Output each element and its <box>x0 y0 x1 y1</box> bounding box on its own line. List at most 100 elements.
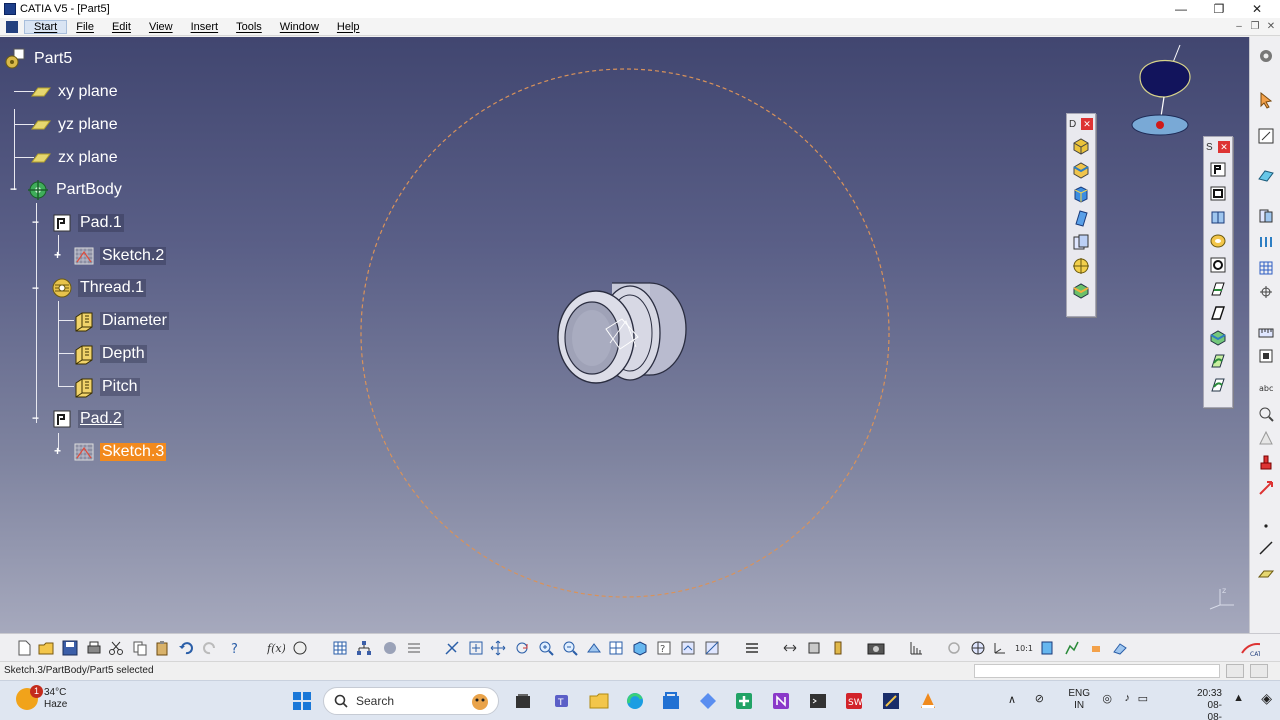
close-toolbar-d-button[interactable]: ✕ <box>1081 118 1093 130</box>
update-icon[interactable] <box>742 638 762 658</box>
threaded-cylinder-model[interactable] <box>557 282 687 384</box>
swap-visible-icon[interactable] <box>678 638 698 658</box>
shading-icon[interactable] <box>702 638 722 658</box>
box-tool-icon[interactable] <box>1069 158 1093 182</box>
hide-show-icon[interactable]: ? <box>654 638 674 658</box>
remove-loft-tool-icon[interactable] <box>1206 373 1230 397</box>
task-view-icon[interactable] <box>512 690 534 712</box>
collapse-partbody-icon[interactable]: − <box>8 182 19 196</box>
restore-button[interactable]: ❐ <box>1200 0 1238 18</box>
arrow-icon[interactable] <box>1255 477 1277 499</box>
measure-between-icon[interactable] <box>780 638 800 658</box>
axis-system-icon[interactable] <box>990 638 1010 658</box>
stiffener-tool-icon[interactable] <box>1206 325 1230 349</box>
tree-node-partbody[interactable]: PartBody <box>26 177 124 203</box>
measure-icon[interactable] <box>1255 321 1277 343</box>
tree-node-thread1[interactable]: Thread.1 <box>50 275 147 301</box>
doc-minimize-icon[interactable]: – <box>1232 21 1246 32</box>
tray-overflow-icon[interactable]: ∧ <box>1008 693 1016 706</box>
vlc-icon[interactable] <box>917 690 939 712</box>
clock[interactable]: 20:33 08-08-2024 <box>1197 688 1222 720</box>
hierarchy-icon[interactable] <box>354 638 374 658</box>
close-button[interactable]: ✕ <box>1238 0 1276 18</box>
tree-node-zx-plane[interactable]: zx plane <box>28 145 120 171</box>
tree-node-part5[interactable]: Part5 <box>4 46 74 72</box>
table-icon[interactable] <box>330 638 350 658</box>
expand-sketch3-icon[interactable]: + <box>52 444 63 458</box>
command-button-1[interactable] <box>1226 664 1244 678</box>
collapse-thread1-icon[interactable]: − <box>30 281 41 295</box>
text-abc-icon[interactable]: abc <box>1255 377 1277 399</box>
menu-start[interactable]: Start <box>24 19 68 34</box>
select-pointer-icon[interactable] <box>1255 89 1277 111</box>
layer-icon[interactable] <box>1038 638 1058 658</box>
constraint-icon[interactable] <box>404 638 424 658</box>
surface-icon[interactable] <box>1255 165 1277 187</box>
multi-section-icon[interactable] <box>1255 205 1277 227</box>
open-folder-icon[interactable] <box>36 638 56 658</box>
knowledge-icon[interactable] <box>290 638 310 658</box>
normal-view-icon[interactable] <box>584 638 604 658</box>
sphere-tool-icon[interactable] <box>1069 134 1093 158</box>
camera-icon[interactable] <box>866 638 886 658</box>
graph-icon[interactable] <box>1062 638 1082 658</box>
orange-tool-icon[interactable] <box>1086 638 1106 658</box>
zoom-out-icon[interactable] <box>560 638 580 658</box>
tree-node-pitch[interactable]: Pitch <box>72 374 140 400</box>
whats-this-icon[interactable]: ? <box>226 638 246 658</box>
command-button-2[interactable] <box>1250 664 1268 678</box>
tree-node-sketch2[interactable]: Sketch.2 <box>72 243 167 269</box>
store-icon[interactable] <box>660 690 682 712</box>
shaft-tool-icon[interactable] <box>1206 205 1230 229</box>
command-input[interactable] <box>974 664 1220 678</box>
eraser-icon[interactable] <box>1110 638 1130 658</box>
menu-window[interactable]: Window <box>271 21 328 33</box>
menu-file[interactable]: File <box>67 21 103 33</box>
rib-tool-icon[interactable] <box>1206 277 1230 301</box>
battery-icon[interactable]: ▭ <box>1138 692 1148 705</box>
paste-icon[interactable] <box>152 638 172 658</box>
app-icon[interactable] <box>697 690 719 712</box>
volume-icon[interactable]: ♪ <box>1125 692 1131 704</box>
edge-icon[interactable] <box>624 690 646 712</box>
face-tool-icon[interactable] <box>1069 206 1093 230</box>
menu-insert[interactable]: Insert <box>182 21 228 33</box>
new-file-icon[interactable] <box>14 638 34 658</box>
excel-plus-icon[interactable] <box>733 690 755 712</box>
terminal-icon[interactable] <box>807 690 829 712</box>
taskbar-search[interactable]: Search <box>323 687 499 715</box>
collapse-pad2-icon[interactable]: − <box>30 411 41 425</box>
minimize-button[interactable]: — <box>1162 0 1200 18</box>
formula-icon[interactable]: f(x) <box>266 638 286 658</box>
tree-node-depth[interactable]: Depth <box>72 341 147 367</box>
compass-snap-icon[interactable] <box>906 638 926 658</box>
gear-icon[interactable] <box>1255 45 1277 67</box>
pattern-icon[interactable] <box>1255 257 1277 279</box>
zoom-icon[interactable] <box>1255 403 1277 425</box>
cycle-icon[interactable] <box>944 638 964 658</box>
analysis-icon[interactable] <box>380 638 400 658</box>
point-icon[interactable] <box>1255 281 1277 303</box>
undo-icon[interactable] <box>176 638 196 658</box>
cut-icon[interactable] <box>106 638 126 658</box>
tree-node-sketch3[interactable]: Sketch.3 <box>72 439 167 465</box>
tree-node-pad2[interactable]: Pad.2 <box>50 406 124 432</box>
copy-icon[interactable] <box>130 638 150 658</box>
pocket-tool-icon[interactable] <box>1206 181 1230 205</box>
expand-sketch2-icon[interactable]: + <box>52 248 63 262</box>
compass-icon[interactable] <box>1128 41 1198 141</box>
multi-view-icon[interactable] <box>606 638 626 658</box>
tree-node-pad1[interactable]: Pad.1 <box>50 210 124 236</box>
menu-help[interactable]: Help <box>328 21 369 33</box>
zoom-in-icon[interactable] <box>536 638 556 658</box>
teams-icon[interactable]: T <box>552 690 574 712</box>
menu-view[interactable]: View <box>140 21 182 33</box>
doc-restore-icon[interactable]: ❐ <box>1248 21 1262 32</box>
dot-icon[interactable] <box>1255 515 1277 537</box>
solid-tool-icon[interactable] <box>1069 278 1093 302</box>
menu-tools[interactable]: Tools <box>227 21 271 33</box>
solidworks-icon[interactable]: SW <box>843 690 865 712</box>
close-toolbar-s-button[interactable]: ✕ <box>1218 141 1230 153</box>
menu-edit[interactable]: Edit <box>103 21 140 33</box>
collapse-pad1-icon[interactable]: − <box>30 215 41 229</box>
